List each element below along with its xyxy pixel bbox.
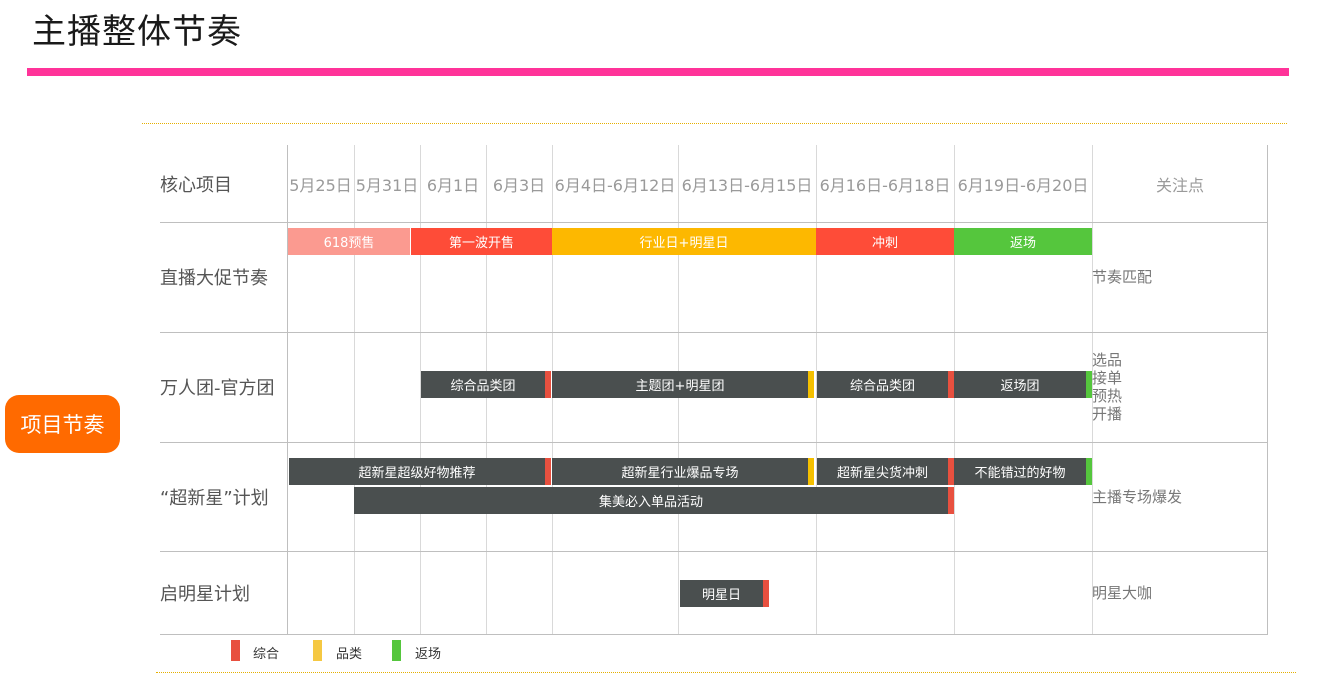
header-date: 6月4日-6月12日 [554, 175, 676, 195]
supernova-bar: 超新星超级好物推荐 [289, 458, 545, 485]
header-core-project: 核心项目 [160, 174, 232, 196]
phase-bar-industry-day: 行业日+明星日 [552, 228, 816, 255]
group-bar: 返场团 [954, 371, 1086, 398]
group-bar: 综合品类团 [817, 371, 948, 398]
grid-hline [160, 634, 1267, 635]
header-date: 5月31日 [355, 175, 419, 195]
category-marker-yellow [808, 458, 814, 485]
category-marker-red [763, 580, 769, 607]
legend-swatch-red [231, 640, 240, 661]
category-marker-red [545, 458, 551, 485]
grid-hline [160, 551, 1267, 552]
row-label-live-promo: 直播大促节奏 [160, 268, 268, 289]
phase-bar-first-wave: 第一波开售 [411, 228, 552, 255]
header-date: 6月13日-6月15日 [681, 175, 813, 195]
legend-swatch-yellow [313, 640, 322, 661]
category-marker-green [1086, 458, 1092, 485]
phase-bar-sprint: 冲刺 [816, 228, 954, 255]
legend-label: 品类 [336, 647, 363, 662]
category-marker-red [545, 371, 551, 398]
header-date: 6月16日-6月18日 [819, 175, 951, 195]
legend-label: 综合 [253, 647, 280, 662]
phase-bar-encore: 返场 [954, 228, 1092, 255]
row-label-official-group: 万人团-官方团 [160, 378, 275, 399]
header-date: 6月3日 [492, 175, 546, 195]
header-date: 6月1日 [426, 175, 480, 195]
focus-text: 明星大咖 [1092, 584, 1153, 602]
header-focus-point: 关注点 [1155, 175, 1204, 195]
supernova-long-bar: 集美必入单品活动 [354, 487, 948, 514]
grid-vline [1267, 145, 1268, 635]
category-marker-red [948, 487, 954, 514]
legend-label: 返场 [415, 647, 442, 662]
category-marker-green [1086, 371, 1092, 398]
grid-hline [160, 332, 1267, 333]
group-bar: 主题团+明星团 [552, 371, 808, 398]
grid-hline [160, 442, 1267, 443]
supernova-bar: 不能错过的好物 [954, 458, 1086, 485]
legend-swatch-green [392, 640, 401, 661]
focus-text: 节奏匹配 [1092, 268, 1153, 286]
grid-hline [160, 222, 1267, 223]
header-date: 5月25日 [289, 175, 352, 195]
row-label-qimingxing: 启明星计划 [160, 583, 250, 605]
phase-bar-presale: 618预售 [288, 228, 410, 255]
supernova-bar: 超新星尖货冲刺 [817, 458, 948, 485]
focus-text: 选品 接单 预热 开播 [1092, 351, 1123, 423]
group-bar: 综合品类团 [421, 371, 545, 398]
row-label-supernova: “超新星”计划 [160, 487, 269, 509]
focus-text: 主播专场爆发 [1092, 488, 1183, 506]
category-marker-yellow [808, 371, 814, 398]
supernova-bar: 超新星行业爆品专场 [552, 458, 808, 485]
star-day-bar: 明星日 [680, 580, 763, 607]
header-date: 6月19日-6月20日 [957, 175, 1089, 195]
